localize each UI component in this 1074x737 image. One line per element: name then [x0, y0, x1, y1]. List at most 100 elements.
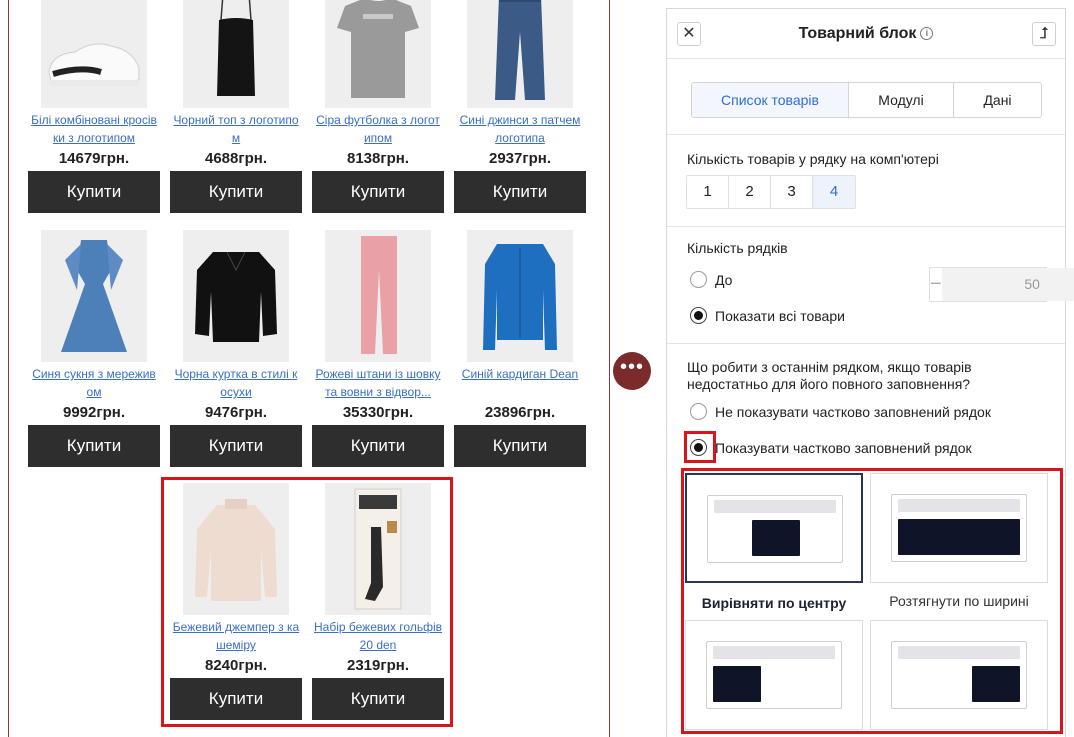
per-row-option-3[interactable]: 3 — [771, 176, 813, 208]
product-card: Синя сукня з мереживом 9992грн. Купити — [28, 230, 160, 467]
product-price: 9992грн. — [62, 404, 125, 421]
blue-cardigan-image[interactable] — [467, 230, 573, 362]
blue-jeans-image[interactable] — [467, 0, 573, 108]
more-options-button[interactable]: ••• — [613, 352, 651, 390]
sneaker-image[interactable] — [41, 0, 147, 108]
align-preview — [891, 494, 1027, 562]
preview-border-right — [609, 0, 610, 737]
rows-stepper: − + — [929, 267, 1074, 302]
product-price: 23896грн. — [484, 404, 556, 421]
last-row-option-hide[interactable]: Не показувати частково заповнений рядок — [690, 403, 991, 420]
buy-button[interactable]: Купити — [170, 425, 302, 467]
product-name[interactable]: Синій кардиган Dean — [454, 365, 586, 401]
product-card: Рожеві штани із шовку та вовни з відвор.… — [312, 230, 444, 467]
store-preview: Білі комбіновані кросівки з логотипом 14… — [0, 0, 610, 737]
divider — [667, 343, 1065, 344]
per-row-option-1[interactable]: 1 — [687, 176, 729, 208]
product-name[interactable]: Синя сукня з мереживом — [28, 365, 160, 401]
leather-jacket-image[interactable] — [183, 230, 289, 362]
per-row-label: Кількість товарів у рядку на комп'ютері — [687, 151, 939, 167]
tab-product-list[interactable]: Список товарів — [692, 83, 849, 117]
panel-header: ✕ Товарний блок i ⮥ — [667, 9, 1065, 59]
align-center-label: Вирівняти по центру — [701, 595, 847, 611]
align-preview-block — [752, 520, 800, 556]
buy-button[interactable]: Купити — [28, 171, 160, 213]
rows-label: Кількість рядків — [687, 240, 788, 256]
product-name[interactable]: Білі комбіновані кросівки з логотипом — [28, 111, 160, 147]
align-preview-block — [713, 666, 761, 702]
product-card: Синій кардиган Dean 23896грн. Купити — [454, 230, 586, 467]
page-root: Білі комбіновані кросівки з логотипом 14… — [0, 0, 1074, 737]
product-price: 9476грн. — [204, 404, 267, 421]
alignment-options-highlight: Вирівняти по центру Розтягнути по ширині — [681, 468, 1063, 734]
align-preview-bar — [714, 500, 836, 513]
last-row-option-show[interactable]: Показувати частково заповнений рядок — [690, 439, 972, 456]
black-top-image[interactable] — [183, 0, 289, 108]
panel-title: Товарний блок i — [667, 25, 1065, 43]
product-name[interactable]: Сіра футболка з логотипом — [312, 111, 444, 147]
align-preview-bar — [713, 646, 835, 659]
rows-option-upto-label: До — [715, 271, 733, 288]
buy-button[interactable]: Купити — [170, 171, 302, 213]
align-stretch-label: Розтягнути по ширині — [889, 593, 1029, 609]
divider — [667, 226, 1065, 227]
align-stretch-option[interactable] — [870, 473, 1048, 583]
info-icon[interactable]: i — [920, 27, 934, 41]
product-name[interactable]: Чорний топ з логотипом — [170, 111, 302, 147]
align-center-option[interactable] — [685, 473, 863, 583]
tab-modules[interactable]: Модулі — [849, 83, 954, 117]
last-row-option-show-label: Показувати частково заповнений рядок — [715, 439, 972, 456]
buy-button[interactable]: Купити — [28, 425, 160, 467]
tab-data[interactable]: Дані — [954, 83, 1041, 117]
last-row-option-hide-label: Не показувати частково заповнений рядок — [715, 403, 991, 420]
panel-tabs: Список товарів Модулі Дані — [691, 82, 1042, 118]
radio-hide-partial[interactable] — [690, 403, 707, 420]
radio-highlight — [684, 431, 716, 463]
product-card: Чорна куртка в стилі косухи 9476грн. Куп… — [170, 230, 302, 467]
buy-button[interactable]: Купити — [312, 171, 444, 213]
last-row-question: Що робити з останнім рядком, якщо товарі… — [687, 359, 972, 392]
product-name[interactable]: Сині джинси з патчем логотипа — [454, 111, 586, 147]
settings-panel: ✕ Товарний блок i ⮥ Список товарів Модулі… — [666, 8, 1074, 737]
rows-option-all[interactable]: Показати всі товари — [690, 307, 845, 324]
radio-all[interactable] — [690, 307, 707, 324]
per-row-option-4[interactable]: 4 — [813, 176, 855, 208]
blue-dress-image[interactable] — [41, 230, 147, 362]
product-price: 4688грн. — [204, 150, 267, 167]
align-preview-bar — [898, 499, 1020, 512]
buy-button[interactable]: Купити — [312, 425, 444, 467]
align-right-option[interactable] — [870, 620, 1048, 730]
gray-tshirt-image[interactable] — [325, 0, 431, 108]
align-preview-block — [972, 666, 1020, 702]
per-row-option-2[interactable]: 2 — [729, 176, 771, 208]
align-preview-bar — [898, 646, 1020, 659]
preview-border-left — [8, 0, 9, 737]
align-left-option[interactable] — [685, 620, 863, 730]
product-price: 8138грн. — [346, 150, 409, 167]
product-card: Сіра футболка з логотипом 8138грн. Купит… — [312, 0, 444, 213]
buy-button[interactable]: Купити — [454, 425, 586, 467]
align-preview — [707, 495, 843, 563]
partial-row-highlight — [161, 477, 453, 727]
product-name[interactable]: Рожеві штани із шовку та вовни з відвор.… — [312, 365, 444, 401]
rows-option-all-label: Показати всі товари — [715, 307, 845, 324]
product-card: Чорний топ з логотипом 4688грн. Купити — [170, 0, 302, 213]
radio-upto[interactable] — [690, 271, 707, 288]
align-preview — [706, 641, 842, 709]
product-price: 14679грн. — [58, 150, 130, 167]
rows-option-upto[interactable]: До — [690, 271, 732, 288]
align-preview — [891, 641, 1027, 709]
pink-trousers-image[interactable] — [325, 230, 431, 362]
arrow-up-icon[interactable]: ⮥ — [1032, 22, 1056, 46]
per-row-selector: 1 2 3 4 — [686, 175, 856, 209]
product-price: 2937грн. — [488, 150, 551, 167]
stepper-minus-button[interactable]: − — [930, 268, 942, 301]
product-card: Сині джинси з патчем логотипа 2937грн. К… — [454, 0, 586, 213]
buy-button[interactable]: Купити — [454, 171, 586, 213]
rows-count-input[interactable] — [941, 268, 1074, 301]
align-preview-block — [898, 519, 1020, 555]
product-card: Білі комбіновані кросівки з логотипом 14… — [28, 0, 160, 213]
product-price: 35330грн. — [342, 404, 414, 421]
product-name[interactable]: Чорна куртка в стилі косухи — [170, 365, 302, 401]
panel-title-text: Товарний блок — [798, 25, 917, 42]
